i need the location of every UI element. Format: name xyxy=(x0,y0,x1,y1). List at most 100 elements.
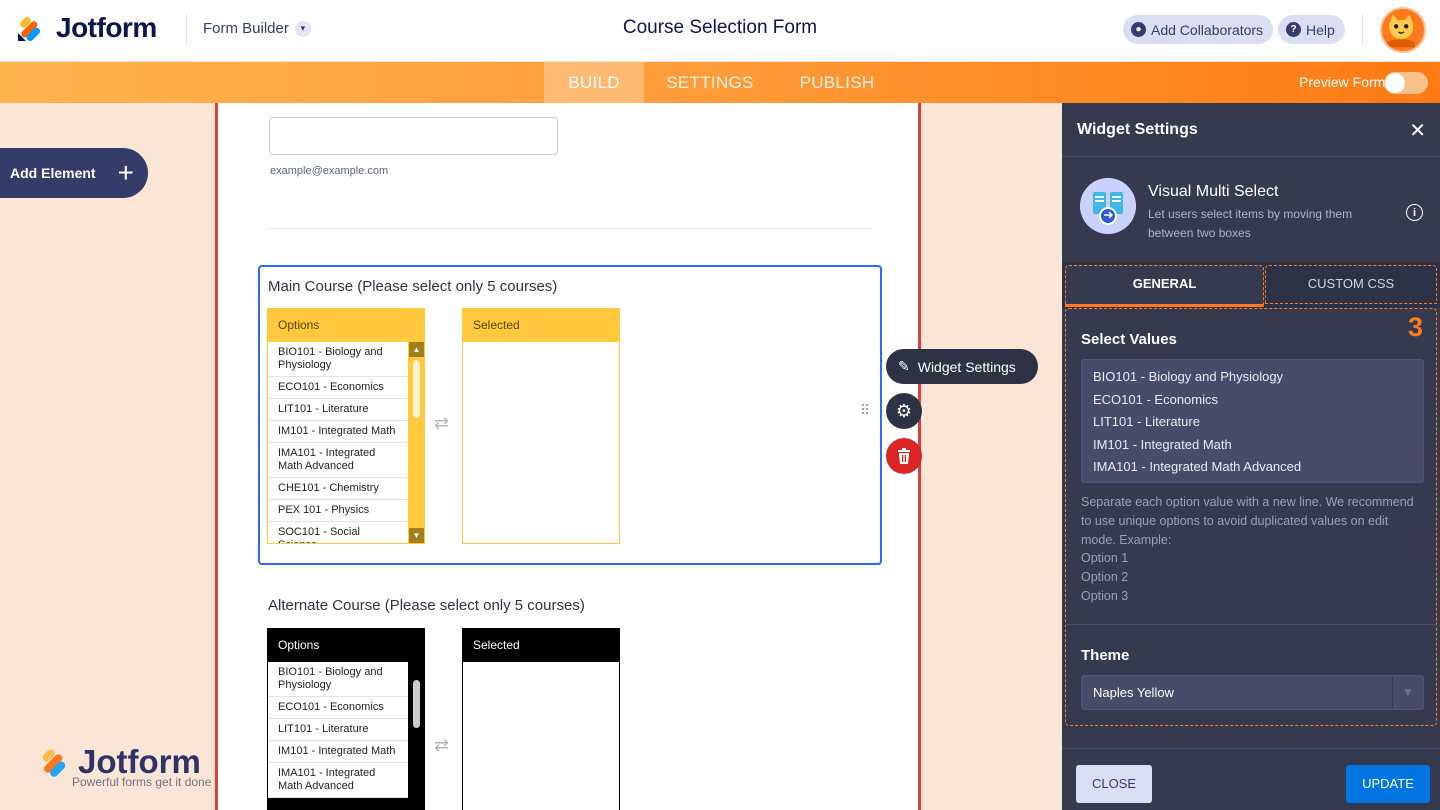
select-value-line: IM101 - Integrated Math xyxy=(1093,436,1232,452)
user-icon: ● xyxy=(1131,22,1146,37)
option-item[interactable]: CHE101 - Chemistry xyxy=(268,478,408,500)
swap-arrows-icon: ⇄ xyxy=(434,735,450,755)
option-item[interactable]: LIT101 - Literature xyxy=(268,399,408,421)
option-item[interactable]: BIO101 - Biology and Physiology xyxy=(268,342,408,377)
select-value-line: IMA101 - Integrated Math Advanced xyxy=(1093,459,1302,474)
main-options-box: Options BIO101 - Biology and Physiology E… xyxy=(267,308,425,544)
plus-icon: + xyxy=(117,157,134,188)
form-canvas: example@example.com Main Course (Please … xyxy=(215,103,921,810)
help-line: Option 3 xyxy=(1081,588,1129,603)
info-icon[interactable]: i xyxy=(1406,204,1423,221)
alternate-course-label: Alternate Course (Please select only 5 c… xyxy=(268,597,585,614)
chevron-down-icon: ▾ xyxy=(294,20,311,37)
option-item[interactable]: IM101 - Integrated Math xyxy=(268,741,408,763)
select-values-help: Separate each option value with a new li… xyxy=(1081,493,1421,606)
option-item[interactable]: ECO101 - Economics xyxy=(268,697,408,719)
top-bar: Jotform Form Builder ▾ Course Selection … xyxy=(0,0,1440,62)
theme-select[interactable]: Naples Yellow ▼ xyxy=(1081,675,1424,710)
options-scrollbar[interactable] xyxy=(409,662,424,810)
add-collaborators-button[interactable]: ● Add Collaborators xyxy=(1123,15,1274,44)
widget-name: Visual Multi Select xyxy=(1148,183,1279,200)
option-item[interactable]: BIO101 - Biology and Physiology xyxy=(268,662,408,697)
scroll-thumb[interactable] xyxy=(413,360,420,418)
scroll-thumb[interactable] xyxy=(413,680,420,728)
scroll-down-icon[interactable]: ▼ xyxy=(409,528,424,543)
jotform-logo-icon xyxy=(18,17,41,42)
gear-icon: ⚙ xyxy=(895,400,913,421)
theme-label: Theme xyxy=(1081,647,1130,664)
select-values-label: Select Values xyxy=(1081,331,1177,348)
selected-header: Selected xyxy=(463,309,619,342)
panel-tabs: GENERAL CUSTOM CSS xyxy=(1062,262,1440,308)
theme-value: Naples Yellow xyxy=(1093,685,1174,700)
drag-handle-icon[interactable]: ⠿ xyxy=(860,403,870,417)
option-item[interactable]: LIT101 - Literature xyxy=(268,719,408,741)
option-item[interactable]: PEX 101 - Physics xyxy=(268,500,408,522)
option-item[interactable]: SOC101 - Social Science xyxy=(268,522,408,543)
add-collaborators-label: Add Collaborators xyxy=(1151,21,1264,38)
panel-footer: CLOSE UPDATE xyxy=(1062,748,1440,810)
widget-settings-panel: Widget Settings ✕ Visual Multi Select Le… xyxy=(1062,103,1440,810)
widget-settings-button[interactable]: ✎ Widget Settings xyxy=(886,349,1038,384)
main-course-label: Main Course (Please select only 5 course… xyxy=(268,278,558,295)
divider xyxy=(268,228,872,229)
form-builder-dropdown[interactable]: Form Builder ▾ xyxy=(203,20,311,37)
selected-header: Selected xyxy=(463,629,619,662)
option-item[interactable]: IMA101 - Integrated Math Advanced xyxy=(268,443,408,478)
select-values-textarea[interactable]: BIO101 - Biology and Physiology ECO101 - … xyxy=(1081,359,1424,483)
help-label: Help xyxy=(1306,21,1335,38)
select-value-line: LIT101 - Literature xyxy=(1093,414,1200,429)
options-header: Options xyxy=(268,629,424,662)
step-badge: 3 xyxy=(1408,312,1424,342)
cat-avatar-icon xyxy=(1382,9,1421,48)
trash-icon xyxy=(898,448,910,464)
tab-build[interactable]: BUILD xyxy=(544,62,644,103)
delete-button[interactable] xyxy=(886,438,922,474)
divider xyxy=(1065,624,1437,625)
help-button[interactable]: ? Help xyxy=(1278,15,1345,44)
panel-title: Widget Settings xyxy=(1062,103,1440,157)
avatar[interactable] xyxy=(1380,7,1426,53)
preview-form-label: Preview Form xyxy=(1299,74,1386,90)
question-icon: ? xyxy=(1286,22,1301,37)
magic-wand-icon: ✎ xyxy=(898,358,910,374)
chevron-down-icon: ▼ xyxy=(1392,676,1423,709)
help-line: Separate each option value with a new li… xyxy=(1081,495,1414,547)
form-builder-label: Form Builder xyxy=(203,20,289,37)
add-element-button[interactable]: Add Element + xyxy=(0,148,148,198)
help-line: Option 1 xyxy=(1081,551,1129,566)
alt-options-box: Options BIO101 - Biology and Physiology E… xyxy=(267,628,425,810)
watermark-tagline: Powerful forms get it done xyxy=(72,775,212,789)
gear-button[interactable]: ⚙ xyxy=(886,393,922,429)
select-value-line: BIO101 - Biology and Physiology xyxy=(1093,369,1284,384)
form-title[interactable]: Course Selection Form xyxy=(623,17,817,38)
tab-publish[interactable]: PUBLISH xyxy=(785,62,889,103)
divider xyxy=(186,14,187,46)
alt-selected-box[interactable]: Selected xyxy=(462,628,620,810)
close-button[interactable]: CLOSE xyxy=(1076,765,1152,803)
toggle-knob xyxy=(1385,73,1405,93)
widget-description: Let users select items by moving them be… xyxy=(1148,207,1353,240)
option-item[interactable]: IM101 - Integrated Math xyxy=(268,421,408,443)
email-input[interactable] xyxy=(269,117,558,155)
divider xyxy=(1362,14,1363,46)
jotform-watermark: Jotform Powerful forms get it done xyxy=(38,743,211,789)
options-list: BIO101 - Biology and Physiology ECO101 - … xyxy=(268,342,424,543)
options-scrollbar[interactable]: ▲ ▼ xyxy=(409,342,424,543)
options-list: BIO101 - Biology and Physiology ECO101 - … xyxy=(268,662,424,810)
tab-custom-css[interactable]: CUSTOM CSS xyxy=(1265,265,1437,304)
update-button[interactable]: UPDATE xyxy=(1346,765,1430,803)
tab-settings[interactable]: SETTINGS xyxy=(650,62,770,103)
jotform-logo[interactable]: Jotform xyxy=(16,12,157,44)
close-icon[interactable]: ✕ xyxy=(1409,118,1426,143)
widget-settings-label: Widget Settings xyxy=(917,358,1016,375)
options-header: Options xyxy=(268,309,424,342)
scroll-up-icon[interactable]: ▲ xyxy=(409,342,424,357)
main-selected-box[interactable]: Selected xyxy=(462,308,620,544)
watermark-wordmark: Jotform xyxy=(78,743,201,780)
preview-form-toggle[interactable] xyxy=(1384,72,1428,94)
option-item[interactable]: ECO101 - Economics xyxy=(268,377,408,399)
option-item[interactable]: IMA101 - Integrated Math Advanced xyxy=(268,763,408,798)
logo-wordmark: Jotform xyxy=(56,12,157,43)
tab-general[interactable]: GENERAL xyxy=(1065,265,1264,307)
